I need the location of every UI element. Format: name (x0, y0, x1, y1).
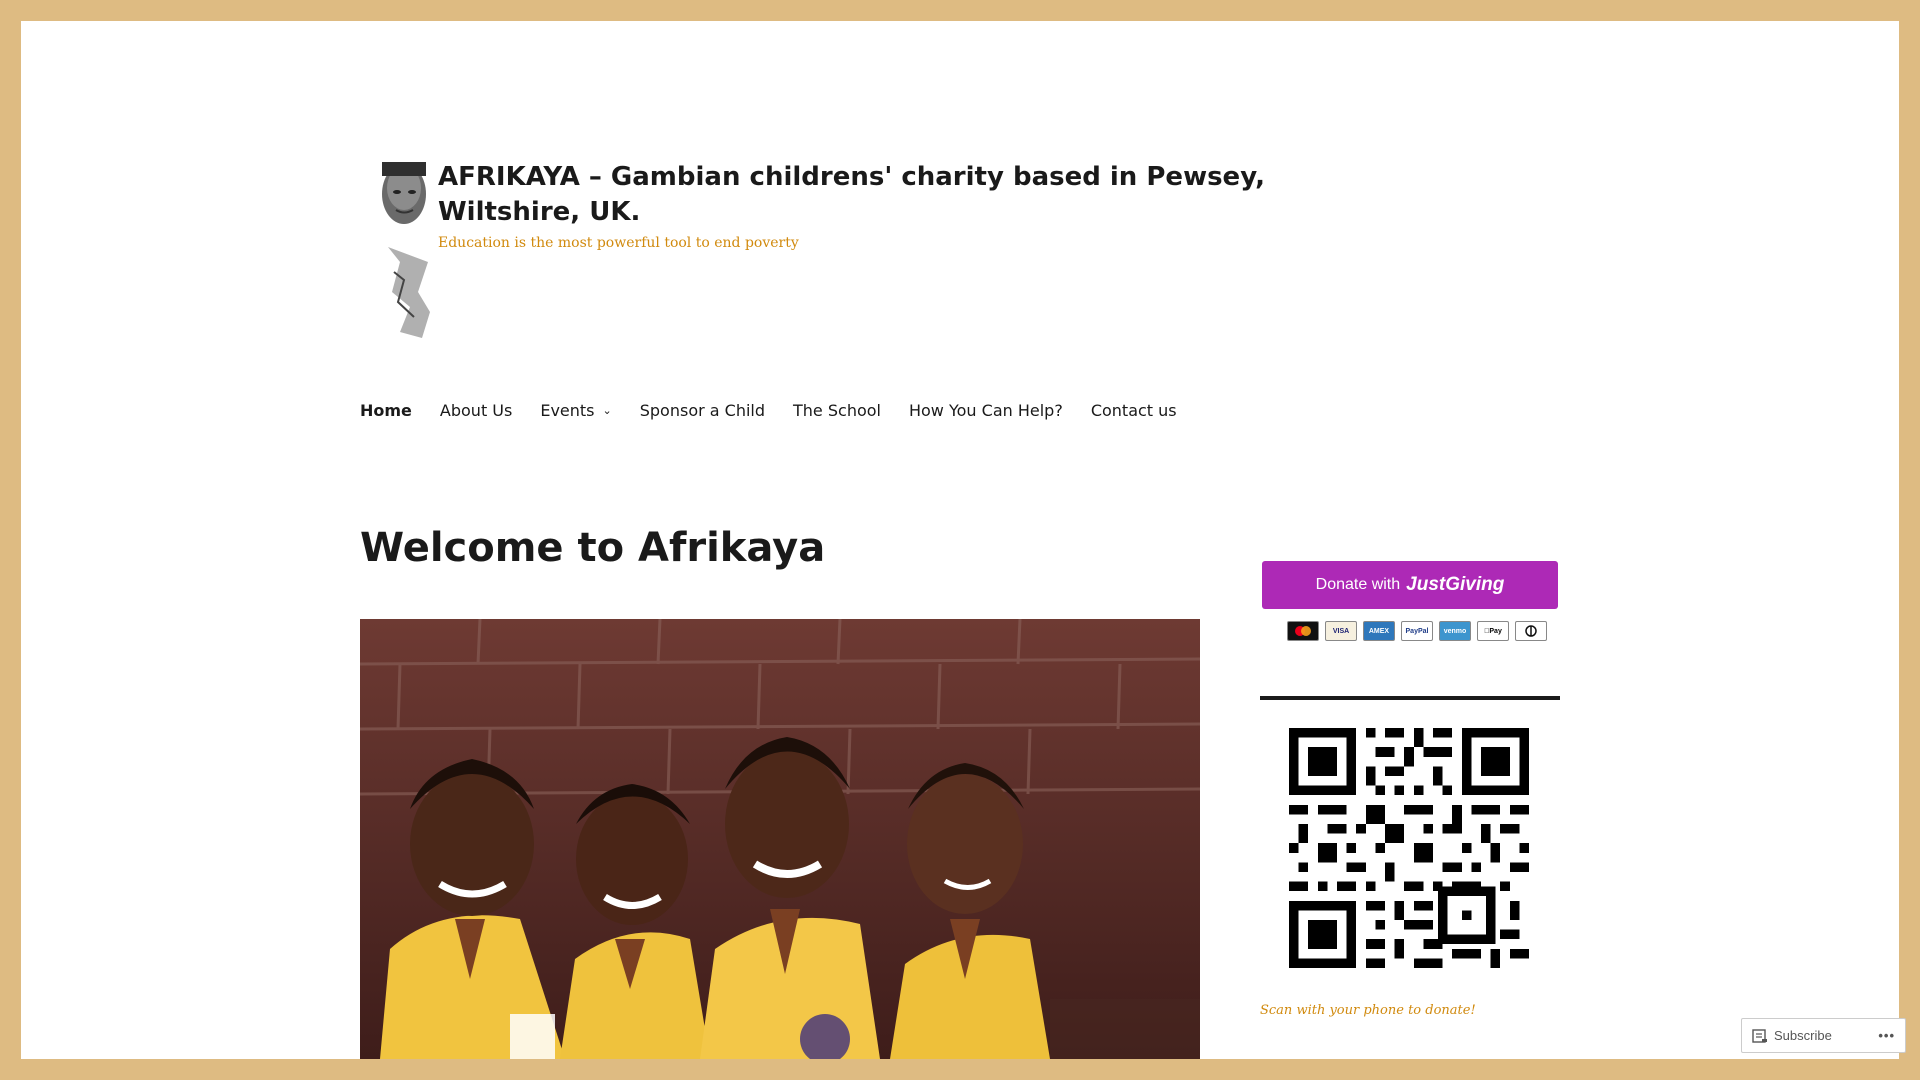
payment-methods: VISA AMEX PayPal venmo Pay (1287, 621, 1547, 641)
donation-qr-code[interactable] (1289, 728, 1529, 968)
nav-item-contact-us[interactable]: Contact us (1091, 401, 1177, 420)
page-frame: AFRIKAYA – Gambian childrens' charity ba… (21, 21, 1899, 1059)
nav-item-home[interactable]: Home (360, 401, 412, 420)
reader-icon (1752, 1028, 1767, 1043)
qr-caption: Scan with your phone to donate! (1260, 1003, 1476, 1018)
apple-pay-icon: Pay (1477, 621, 1509, 641)
hero-image-children (360, 619, 1200, 1059)
site-tagline: Education is the most powerful tool to e… (438, 235, 799, 251)
nav-item-how-you-can-help[interactable]: How You Can Help? (909, 401, 1063, 420)
subscribe-label: Subscribe (1774, 1028, 1832, 1043)
widget-divider (1260, 696, 1560, 700)
venmo-icon: venmo (1439, 621, 1471, 641)
subscribe-button[interactable]: Subscribe (1752, 1028, 1832, 1043)
children-photo (360, 619, 1200, 1059)
mastercard-icon (1287, 621, 1319, 641)
site-logo[interactable] (370, 142, 443, 338)
nav-label: About Us (439, 401, 513, 420)
nav-item-about-us[interactable]: About Us (440, 401, 512, 420)
paypal-icon: PayPal (1401, 621, 1433, 641)
amex-icon: AMEX (1363, 621, 1395, 641)
nav-label: The School (793, 401, 881, 420)
page-title: Welcome to Afrikaya (360, 525, 826, 571)
nav-item-the-school[interactable]: The School (793, 401, 881, 420)
more-options-icon[interactable]: ••• (1878, 1028, 1895, 1043)
nav-item-sponsor-a-child[interactable]: Sponsor a Child (640, 401, 765, 420)
justgiving-donate-button[interactable]: Donate with JustGiving (1262, 561, 1558, 609)
donate-button-prefix: Donate with (1315, 576, 1401, 593)
nav-label: Contact us (1090, 401, 1177, 420)
logo-portrait-image (370, 142, 443, 338)
site-title[interactable]: AFRIKAYA – Gambian childrens' charity ba… (438, 160, 1338, 230)
diners-club-icon (1515, 621, 1547, 641)
subscribe-bar: Subscribe ••• (1741, 1018, 1906, 1053)
chevron-down-icon[interactable]: ⌄ (603, 404, 612, 417)
nav-item-events[interactable]: Events ⌄ (540, 401, 611, 420)
main-navigation: Home About Us Events ⌄ Sponsor a Child Th… (360, 401, 1205, 420)
nav-label: Sponsor a Child (639, 401, 766, 420)
visa-icon: VISA (1325, 621, 1357, 641)
justgiving-logo-text: JustGiving (1406, 574, 1505, 595)
nav-label: How You Can Help? (908, 401, 1063, 420)
nav-label: Events (540, 401, 595, 420)
nav-label: Home (360, 401, 412, 420)
